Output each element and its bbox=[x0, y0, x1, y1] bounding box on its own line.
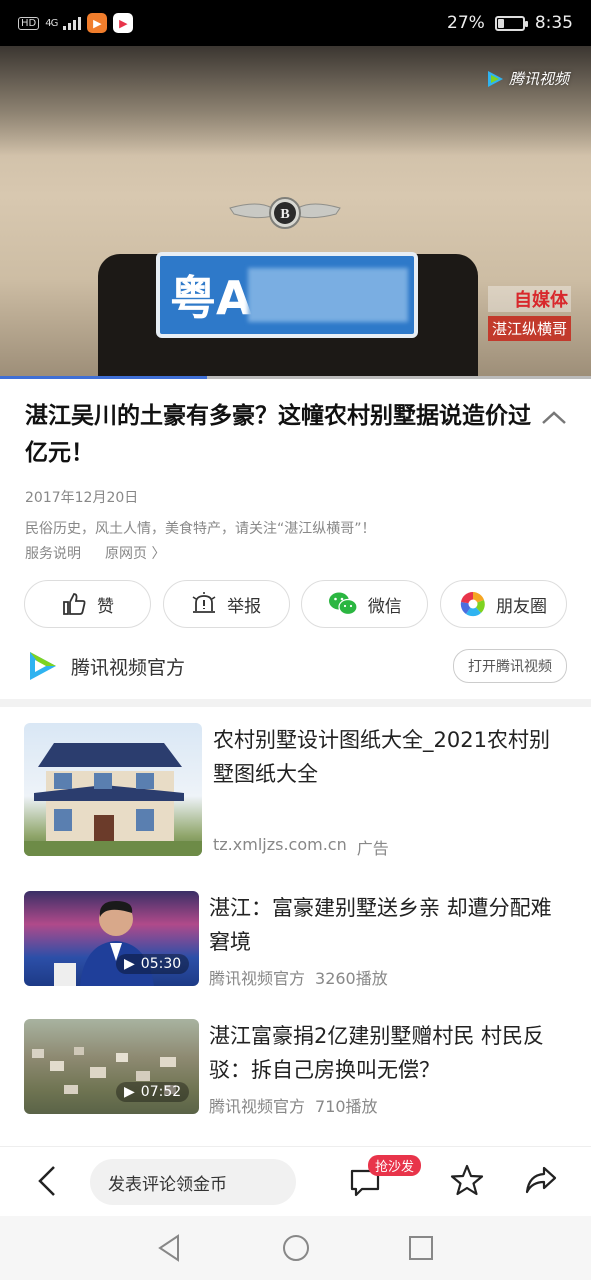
nav-home-icon[interactable] bbox=[280, 1232, 312, 1264]
recommendation-meta: tz.xmljzs.com.cn 广告 bbox=[213, 835, 389, 859]
bottom-toolbar: 发表评论领金币 抢沙发 bbox=[0, 1146, 591, 1216]
comment-input[interactable]: 发表评论领金币 bbox=[90, 1159, 296, 1205]
play-count: 3260播放 bbox=[315, 969, 388, 988]
source-link[interactable]: 原网页 〉 bbox=[105, 543, 165, 563]
back-arrow-icon[interactable] bbox=[34, 1163, 60, 1199]
wechat-label: 微信 bbox=[367, 596, 402, 617]
watermark: 自媒体 湛江纵横哥 bbox=[487, 286, 571, 341]
status-bar: HD 4G ▶ ▶ 27% 8:35 bbox=[0, 0, 591, 46]
watermark-line1: 自媒体 bbox=[487, 286, 571, 312]
moments-icon bbox=[460, 591, 485, 617]
section-divider bbox=[0, 699, 591, 707]
video-app-notification-icon: ▶ bbox=[113, 13, 134, 33]
duration-badge: ▶ 05:30 bbox=[116, 954, 190, 974]
app-notification-icon: ▶ bbox=[87, 13, 108, 33]
nav-recents-icon[interactable] bbox=[405, 1232, 437, 1264]
video-frame-top bbox=[0, 46, 591, 156]
play-icon: ▶ bbox=[124, 1084, 135, 1100]
watermark-line2: 湛江纵横哥 bbox=[487, 316, 571, 341]
clock: 8:35 bbox=[534, 13, 573, 33]
tencent-video-logo-icon[interactable] bbox=[25, 649, 59, 683]
video-source: 腾讯视频官方 bbox=[209, 1097, 306, 1116]
article-description: 民俗历史，风土人情，美食特产，请关注“湛江纵横哥”！ bbox=[25, 521, 376, 537]
recommendation-item[interactable]: ▶ 05:30 湛江：富豪建别墅送乡亲 却遭分配难窘境 腾讯视频官方 3260播… bbox=[24, 891, 569, 989]
svg-text:B: B bbox=[280, 207, 289, 222]
share-arrow-icon[interactable] bbox=[524, 1163, 558, 1197]
signal-icon bbox=[63, 16, 82, 30]
plate-blur bbox=[248, 268, 408, 322]
source-name[interactable]: 腾讯视频官方 bbox=[71, 653, 453, 680]
source-row: 腾讯视频官方 打开腾讯视频 bbox=[25, 648, 567, 684]
recommendation-item[interactable]: 农村别墅设计图纸大全_2021农村别墅图纸大全 tz.xmljzs.com.cn… bbox=[24, 723, 569, 859]
video-source: 腾讯视频官方 bbox=[209, 969, 306, 988]
video-progress-bar[interactable] bbox=[0, 376, 591, 379]
recommendation-title: 农村别墅设计图纸大全_2021农村别墅图纸大全 bbox=[213, 728, 550, 786]
recommendation-title: 湛江富豪捐2亿建别墅赠村民 村民反驳：拆自己房换叫无偿？ bbox=[209, 1024, 545, 1082]
moments-share-button[interactable]: 朋友圈 bbox=[439, 580, 567, 628]
nav-back-icon[interactable] bbox=[154, 1232, 186, 1264]
video-logo: 腾讯视频 bbox=[485, 68, 569, 89]
article-title: 湛江吴川的土豪有多豪？这幢农村别墅据说造价过亿元！ bbox=[25, 403, 531, 466]
battery-icon bbox=[494, 15, 528, 31]
like-button[interactable]: 赞 bbox=[24, 580, 151, 628]
report-icon bbox=[192, 592, 216, 613]
ad-tag: 广告 bbox=[356, 839, 389, 858]
duration-badge: ▶ 07:52 bbox=[116, 1082, 190, 1102]
recommendation-item[interactable]: ▶ 07:52 湛江富豪捐2亿建别墅赠村民 村民反驳：拆自己房换叫无偿？ 腾讯视… bbox=[24, 1019, 569, 1117]
network-type: 4G bbox=[45, 17, 58, 29]
play-count: 710播放 bbox=[315, 1097, 378, 1116]
thumbs-up-icon bbox=[63, 593, 86, 615]
ad-thumbnail bbox=[24, 723, 202, 856]
report-label: 举报 bbox=[227, 596, 262, 617]
recommendation-meta: 腾讯视频官方 710播放 bbox=[209, 1093, 378, 1117]
chevron-up-icon[interactable] bbox=[540, 408, 568, 428]
system-navigation-bar bbox=[0, 1216, 591, 1280]
villa-image bbox=[24, 743, 202, 856]
tencent-video-icon bbox=[487, 70, 503, 87]
report-button[interactable]: 举报 bbox=[162, 580, 290, 628]
duration-label: 05:30 bbox=[140, 956, 182, 972]
car-emblem-icon: B bbox=[229, 197, 341, 229]
battery-fill bbox=[497, 18, 505, 28]
video-player[interactable]: B 粤A· 腾讯视频 自媒体 湛江纵横哥 bbox=[0, 46, 591, 379]
article-links: 服务说明 原网页 〉 bbox=[25, 543, 165, 563]
status-right: 27% 8:35 bbox=[447, 13, 573, 33]
moments-label: 朋友圈 bbox=[495, 596, 547, 617]
status-left: HD 4G ▶ ▶ bbox=[18, 13, 447, 33]
video-progress-fill bbox=[0, 376, 207, 379]
duration-label: 07:52 bbox=[140, 1084, 182, 1100]
ad-domain: tz.xmljzs.com.cn bbox=[213, 835, 347, 854]
play-icon: ▶ bbox=[124, 956, 135, 972]
video-thumbnail: ▶ 05:30 bbox=[24, 891, 199, 986]
battery-percent: 27% bbox=[447, 13, 485, 33]
article-date: 2017年12月20日 bbox=[25, 490, 139, 506]
video-thumbnail: ▶ 07:52 bbox=[24, 1019, 199, 1114]
license-plate: 粤A· bbox=[156, 252, 418, 338]
service-link[interactable]: 服务说明 bbox=[25, 543, 81, 563]
hd-indicator: HD bbox=[18, 16, 40, 30]
like-label: 赞 bbox=[97, 596, 114, 617]
favorite-star-icon[interactable] bbox=[450, 1163, 484, 1197]
action-buttons: 赞 举报 微信 朋友圈 bbox=[24, 580, 567, 628]
sofa-badge: 抢沙发 bbox=[368, 1155, 422, 1176]
recommendation-meta: 腾讯视频官方 3260播放 bbox=[209, 965, 388, 989]
open-app-button[interactable]: 打开腾讯视频 bbox=[453, 649, 567, 683]
wechat-share-button[interactable]: 微信 bbox=[301, 580, 429, 628]
wechat-icon bbox=[328, 592, 358, 616]
video-logo-text: 腾讯视频 bbox=[508, 70, 569, 88]
recommendation-title: 湛江：富豪建别墅送乡亲 却遭分配难窘境 bbox=[209, 896, 552, 954]
